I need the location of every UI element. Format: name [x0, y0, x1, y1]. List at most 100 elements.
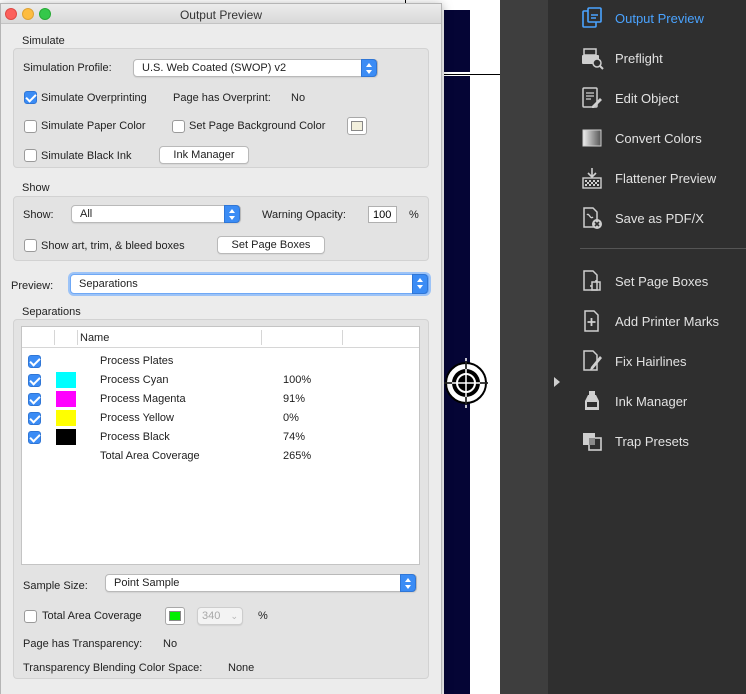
magenta-swatch — [56, 391, 76, 407]
trim-mark-horizontal — [444, 74, 500, 75]
tool-label: Ink Manager — [615, 394, 688, 409]
separation-percent: 100% — [283, 374, 312, 386]
page-background-color-well[interactable] — [347, 117, 367, 135]
tool-output-preview[interactable]: Output Preview — [566, 1, 746, 35]
tool-edit-object[interactable]: Edit Object — [566, 81, 746, 115]
separation-checkbox[interactable] — [28, 355, 41, 368]
page-transparency-label: Page has Transparency: — [23, 638, 143, 650]
column-header-name: Name — [80, 332, 110, 344]
separations-table-header: Name — [22, 327, 419, 348]
save-pdfx-icon — [583, 207, 602, 229]
simulate-black-ink-checkbox[interactable] — [24, 149, 37, 162]
separation-row-black[interactable]: Process Black 74% — [22, 428, 419, 447]
column-divider — [261, 330, 262, 345]
separation-name: Total Area Coverage — [100, 450, 200, 462]
separation-row-yellow[interactable]: Process Yellow 0% — [22, 409, 419, 428]
page-overprint-label: Page has Overprint: — [173, 92, 271, 104]
workspace-gutter — [500, 0, 548, 694]
yellow-swatch — [56, 410, 76, 426]
warning-opacity-label: Warning Opacity: — [262, 209, 346, 221]
simulate-overprinting-checkbox[interactable] — [24, 91, 37, 104]
show-section-label: Show — [22, 182, 50, 194]
preview-select[interactable]: Separations — [70, 274, 429, 294]
separation-name: Process Black — [100, 431, 170, 443]
column-divider — [342, 330, 343, 345]
separation-name: Process Magenta — [100, 393, 186, 405]
separation-percent: 91% — [283, 393, 306, 405]
preview-label: Preview: — [11, 280, 54, 292]
separation-row-magenta[interactable]: Process Magenta 91% — [22, 390, 419, 409]
chevron-down-icon: ⌄ — [230, 611, 238, 621]
dialog-title: Output Preview — [179, 8, 263, 22]
collapse-arrow-icon[interactable] — [554, 377, 560, 387]
convert-colors-icon — [582, 129, 602, 147]
tool-add-printer-marks[interactable]: Add Printer Marks — [566, 304, 746, 338]
simulation-profile-select[interactable]: U.S. Web Coated (SWOP) v2 — [133, 59, 378, 77]
popup-arrows-icon — [400, 574, 416, 592]
sample-size-select[interactable]: Point Sample — [105, 574, 417, 592]
total-area-coverage-checkbox[interactable] — [24, 610, 37, 623]
preview-value: Separations — [79, 278, 138, 290]
edit-object-icon — [582, 87, 602, 108]
blending-space-value: None — [228, 662, 255, 674]
show-select[interactable]: All — [71, 205, 241, 223]
fix-hairlines-icon — [583, 350, 602, 371]
ink-manager-button[interactable]: Ink Manager — [159, 146, 249, 164]
separation-percent: 265% — [283, 450, 312, 462]
tac-swatch — [169, 611, 181, 621]
show-group: Show: All Warning Opacity: % Show art, t… — [13, 196, 429, 261]
separation-row-total[interactable]: Total Area Coverage 265% — [22, 447, 419, 466]
add-printer-marks-icon — [584, 310, 599, 332]
column-divider — [77, 330, 78, 345]
simulate-paper-color-label: Simulate Paper Color — [41, 120, 146, 132]
separation-checkbox[interactable] — [28, 393, 41, 406]
cyan-swatch — [56, 372, 76, 388]
total-area-coverage-percent: % — [258, 610, 268, 622]
tool-ink-manager[interactable]: Ink Manager — [566, 384, 746, 418]
output-preview-dialog: Output Preview Simulate Simulation Profi… — [0, 3, 442, 694]
total-area-coverage-color-well[interactable] — [165, 607, 185, 625]
separation-checkbox[interactable] — [28, 431, 41, 444]
separation-percent: 74% — [283, 431, 306, 443]
tool-preflight[interactable]: Preflight — [566, 41, 746, 75]
show-boxes-checkbox[interactable] — [24, 239, 37, 252]
tool-set-page-boxes[interactable]: Set Page Boxes — [566, 264, 746, 298]
page-transparency-value: No — [163, 638, 178, 650]
separation-checkbox[interactable] — [28, 374, 41, 387]
tool-label: Convert Colors — [615, 131, 702, 146]
separations-section-label: Separations — [22, 306, 81, 318]
set-page-background-label: Set Page Background Color — [189, 120, 326, 132]
tool-convert-colors[interactable]: Convert Colors — [566, 121, 746, 155]
page-overprint-value: No — [291, 92, 306, 104]
tool-label: Output Preview — [615, 11, 704, 26]
panel-collapse-handle[interactable] — [548, 0, 566, 694]
tool-label: Edit Object — [615, 91, 679, 106]
popup-arrows-icon — [412, 274, 428, 294]
simulate-paper-color-checkbox[interactable] — [24, 120, 37, 133]
tool-flattener-preview[interactable]: Flattener Preview — [566, 161, 746, 195]
blending-space-label: Transparency Blending Color Space: — [23, 662, 203, 674]
warning-opacity-percent: % — [409, 209, 419, 221]
show-value: All — [80, 208, 93, 220]
tool-fix-hairlines[interactable]: Fix Hairlines — [566, 344, 746, 378]
simulate-group: Simulation Profile: U.S. Web Coated (SWO… — [13, 48, 429, 168]
column-divider — [54, 330, 55, 345]
set-page-boxes-icon — [583, 270, 601, 291]
dialog-titlebar[interactable]: Output Preview — [1, 4, 441, 24]
tool-label: Flattener Preview — [615, 171, 717, 186]
popup-arrows-icon — [361, 59, 377, 77]
popup-arrows-icon — [224, 205, 240, 223]
separation-row-cyan[interactable]: Process Cyan 100% — [22, 371, 419, 390]
separation-checkbox[interactable] — [28, 412, 41, 425]
separation-row-plates[interactable]: Process Plates — [22, 352, 419, 371]
set-page-background-checkbox[interactable] — [172, 120, 185, 133]
set-page-boxes-button[interactable]: Set Page Boxes — [217, 236, 325, 254]
show-label: Show: — [23, 209, 54, 221]
tool-save-pdfx[interactable]: Save as PDF/X — [566, 201, 746, 235]
black-swatch — [56, 429, 76, 445]
warning-opacity-input[interactable] — [368, 206, 397, 223]
tool-trap-presets[interactable]: Trap Presets — [566, 424, 746, 458]
trap-presets-icon — [583, 433, 602, 451]
simulation-profile-value: U.S. Web Coated (SWOP) v2 — [142, 62, 287, 74]
total-area-coverage-select[interactable]: 340 ⌄ — [197, 607, 243, 625]
